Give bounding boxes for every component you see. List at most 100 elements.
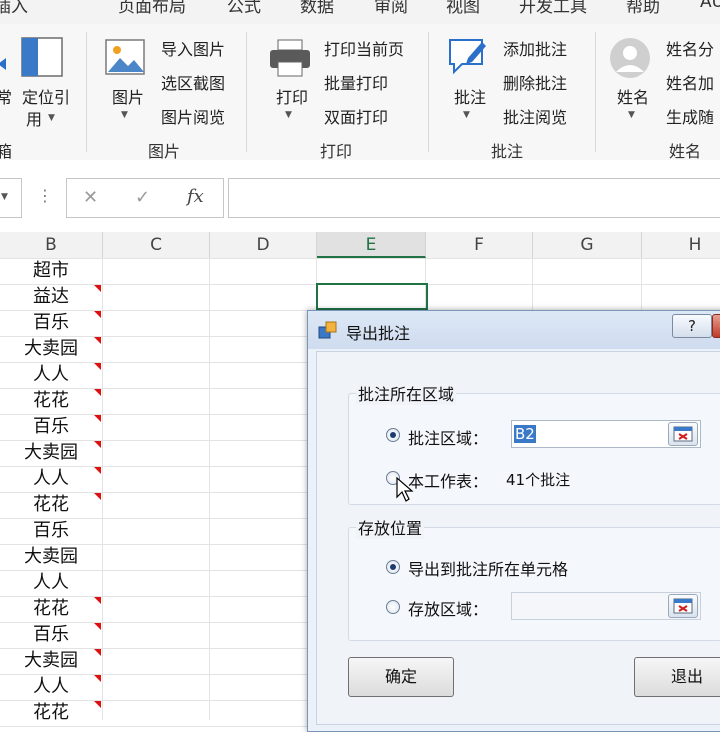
enter-icon[interactable]: ✓ <box>135 187 150 208</box>
tab-data[interactable]: 数据 <box>300 0 334 17</box>
ok-button[interactable]: 确定 <box>348 657 454 697</box>
comment-label: 批注 <box>454 88 487 107</box>
comment-indicator-icon[interactable] <box>94 701 101 708</box>
cell-b[interactable]: 百乐 <box>0 518 102 544</box>
batch-print-button[interactable]: 批量打印 <box>324 70 388 94</box>
picture-icon <box>105 39 145 75</box>
column-header-f[interactable]: F <box>426 232 533 258</box>
cell-b[interactable]: 大卖园 <box>0 336 102 362</box>
comment-range-value: B2 <box>514 425 536 443</box>
picture-label: 图片 <box>112 88 145 107</box>
gridline <box>209 258 210 720</box>
range-picker-button[interactable] <box>668 422 698 446</box>
tab-developer[interactable]: 开发工具 <box>519 0 587 17</box>
ribbon-tab-strip: 插入 页面布局 公式 数据 审阅 视图 开发工具 帮助 AU <box>0 0 720 25</box>
cell-b[interactable]: 人人 <box>0 466 102 492</box>
tab-page-layout[interactable]: 页面布局 <box>118 0 186 17</box>
cell-text: 花花 <box>33 598 69 619</box>
print-current-page-button[interactable]: 打印当前页 <box>324 36 404 60</box>
comment-indicator-icon[interactable] <box>94 415 101 422</box>
close-button[interactable]: ✕ <box>712 314 720 338</box>
column-header-row: B C D E F G H <box>0 232 720 259</box>
name-add-button[interactable]: 姓名加 <box>666 70 714 94</box>
cell-b[interactable]: 花花 <box>0 492 102 518</box>
comment-indicator-icon[interactable] <box>94 285 101 292</box>
cancel-icon[interactable]: ✕ <box>83 187 98 208</box>
cell-b[interactable]: 益达 <box>0 284 102 310</box>
more-options-icon[interactable]: ⋮ <box>37 186 53 205</box>
cell-b[interactable]: 大卖园 <box>0 440 102 466</box>
duplex-print-button[interactable]: 双面打印 <box>324 104 388 128</box>
comment-indicator-icon[interactable] <box>94 389 101 396</box>
generate-random-button[interactable]: 生成随 <box>666 104 714 128</box>
formula-controls: ✕ ✓ fx <box>66 178 224 218</box>
cell-b[interactable]: 大卖园 <box>0 648 102 674</box>
area-screenshot-button[interactable]: 选区截图 <box>161 70 225 94</box>
tab-help[interactable]: 帮助 <box>626 0 660 17</box>
add-comment-button[interactable]: 添加批注 <box>503 36 567 60</box>
insert-function-icon[interactable]: fx <box>187 186 204 207</box>
cell-b[interactable]: 花花 <box>0 388 102 414</box>
exit-button[interactable]: 退出 <box>634 657 720 697</box>
comment-indicator-icon[interactable] <box>94 441 101 448</box>
comment-indicator-icon[interactable] <box>94 597 101 604</box>
cell-text: 百乐 <box>33 520 69 541</box>
cell-b[interactable]: 大卖园 <box>0 544 102 570</box>
name-group-label: 姓名 <box>669 142 702 161</box>
locate-label-1: 定位引 <box>22 88 71 107</box>
range-select-icon <box>673 426 693 442</box>
cell-b[interactable]: 花花 <box>0 700 102 726</box>
comment-indicator-icon[interactable] <box>94 363 101 370</box>
cell-b[interactable]: 人人 <box>0 570 102 596</box>
help-icon: ? <box>688 317 696 335</box>
column-header-b[interactable]: B <box>0 232 103 258</box>
export-comments-dialog: 导出批注 ? ✕ 批注所在区域 批注区域： B2 本工作表： 41个批注 存放位… <box>307 310 720 732</box>
comment-indicator-icon[interactable] <box>94 337 101 344</box>
cell-b[interactable]: 百乐 <box>0 414 102 440</box>
storage-location-section-title: 存放位置 <box>356 515 425 539</box>
tab-formulas[interactable]: 公式 <box>227 0 261 17</box>
column-header-d[interactable]: D <box>210 232 317 258</box>
store-range-picker-button[interactable] <box>668 594 698 618</box>
cell-b[interactable]: 人人 <box>0 362 102 388</box>
delete-comment-button[interactable]: 删除批注 <box>503 70 567 94</box>
column-header-g[interactable]: G <box>533 232 642 258</box>
tab-view[interactable]: 视图 <box>446 0 480 17</box>
cell-b[interactable]: 人人 <box>0 674 102 700</box>
comment-indicator-icon[interactable] <box>94 623 101 630</box>
cell-text: 大卖园 <box>24 546 78 567</box>
import-picture-button[interactable]: 导入图片 <box>161 36 225 60</box>
comment-indicator-icon[interactable] <box>94 675 101 682</box>
tab-addin[interactable]: AU <box>700 0 720 12</box>
tab-insert[interactable]: 插入 <box>0 0 28 17</box>
tab-review[interactable]: 审阅 <box>374 0 408 17</box>
comment-indicator-icon[interactable] <box>94 311 101 318</box>
selected-cell[interactable] <box>316 283 428 310</box>
cell-b[interactable]: 百乐 <box>0 622 102 648</box>
cell-b[interactable]: 百乐 <box>0 310 102 336</box>
store-range-radio[interactable] <box>386 600 400 614</box>
name-box-dropdown[interactable]: ▼ <box>0 178 22 218</box>
help-button[interactable]: ? <box>672 314 712 338</box>
store-range-label: 存放区域： <box>408 600 489 619</box>
dialog-title-bar[interactable]: 导出批注 ? ✕ <box>308 311 720 349</box>
formula-input[interactable] <box>228 178 720 218</box>
cell-b[interactable]: 花花 <box>0 596 102 622</box>
range-select-icon <box>673 598 693 614</box>
picture-preview-button[interactable]: 图片阅览 <box>161 104 225 128</box>
cell-text: 大卖园 <box>24 442 78 463</box>
name-split-button[interactable]: 姓名分 <box>666 36 714 60</box>
comment-indicator-icon[interactable] <box>94 467 101 474</box>
export-in-cell-radio[interactable] <box>386 560 400 574</box>
comment-indicator-icon[interactable] <box>94 649 101 656</box>
cell-b[interactable]: 超市 <box>0 258 102 284</box>
arrow-icon <box>0 58 6 70</box>
column-header-c[interactable]: C <box>103 232 210 258</box>
comment-indicator-icon[interactable] <box>94 493 101 500</box>
comment-range-radio[interactable] <box>386 428 400 442</box>
column-header-h[interactable]: H <box>642 232 720 258</box>
print-group-label: 打印 <box>320 142 353 161</box>
comment-preview-button[interactable]: 批注阅览 <box>503 104 567 128</box>
name-label: 姓名 <box>617 88 650 107</box>
column-header-e[interactable]: E <box>317 232 426 258</box>
